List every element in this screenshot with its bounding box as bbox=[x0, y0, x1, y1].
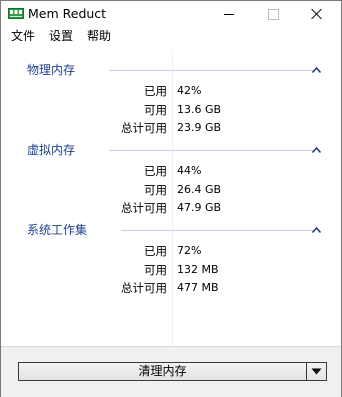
row-value: 47.9 GB bbox=[177, 201, 222, 214]
maximize-icon bbox=[267, 8, 279, 20]
row-label: 总计可用 bbox=[121, 201, 167, 215]
footer-bar: 清理内存 bbox=[1, 346, 341, 397]
row-label: 可用 bbox=[144, 103, 167, 117]
row-value: 477 MB bbox=[177, 281, 219, 294]
clean-options-dropdown-button[interactable] bbox=[306, 362, 327, 381]
clean-memory-button[interactable]: 清理内存 bbox=[18, 362, 307, 381]
row-value: 13.6 GB bbox=[177, 103, 222, 116]
group-separator bbox=[109, 70, 314, 71]
chevron-up-icon[interactable] bbox=[312, 67, 321, 73]
minimize-button[interactable] bbox=[207, 1, 251, 27]
window-title: Mem Reduct bbox=[28, 6, 107, 21]
menu-file[interactable]: 文件 bbox=[9, 28, 37, 44]
row-value: 42% bbox=[177, 84, 202, 97]
row-label: 总计可用 bbox=[121, 121, 167, 135]
column-divider bbox=[172, 51, 173, 346]
row-label: 可用 bbox=[144, 183, 167, 197]
group-separator bbox=[121, 230, 314, 231]
row-label: 总计可用 bbox=[121, 281, 167, 295]
row-value: 26.4 GB bbox=[177, 183, 222, 196]
memory-list: 物理内存 已用 42% 可用 13.6 GB 总计可用 23.9 GB 虚拟内存… bbox=[1, 51, 341, 346]
group-separator bbox=[109, 150, 314, 151]
row-label: 已用 bbox=[144, 164, 167, 178]
chevron-up-icon[interactable] bbox=[312, 147, 321, 153]
menu-help[interactable]: 帮助 bbox=[85, 28, 113, 44]
close-button[interactable] bbox=[295, 1, 339, 27]
row-label: 已用 bbox=[144, 244, 167, 258]
main-window: Mem Reduct 文件 设置 帮助 物理内存 已用 42% 可用 13.6 … bbox=[0, 0, 342, 397]
chevron-up-icon[interactable] bbox=[312, 227, 321, 233]
row-label: 已用 bbox=[144, 84, 167, 98]
group-title-virtual[interactable]: 虚拟内存 bbox=[27, 142, 75, 158]
menu-bar: 文件 设置 帮助 bbox=[1, 27, 341, 46]
row-label: 可用 bbox=[144, 263, 167, 277]
title-bar[interactable]: Mem Reduct bbox=[1, 1, 341, 27]
minimize-icon bbox=[224, 13, 234, 15]
row-value: 132 MB bbox=[177, 263, 219, 276]
group-title-physical[interactable]: 物理内存 bbox=[27, 62, 75, 78]
memory-chip-icon bbox=[8, 8, 24, 19]
row-value: 44% bbox=[177, 164, 202, 177]
menu-settings[interactable]: 设置 bbox=[47, 28, 75, 44]
triangle-down-icon bbox=[311, 368, 322, 375]
close-icon bbox=[311, 8, 323, 20]
group-title-working-set[interactable]: 系统工作集 bbox=[27, 222, 87, 238]
maximize-button[interactable] bbox=[251, 1, 295, 27]
row-value: 23.9 GB bbox=[177, 121, 222, 134]
row-value: 72% bbox=[177, 244, 202, 257]
